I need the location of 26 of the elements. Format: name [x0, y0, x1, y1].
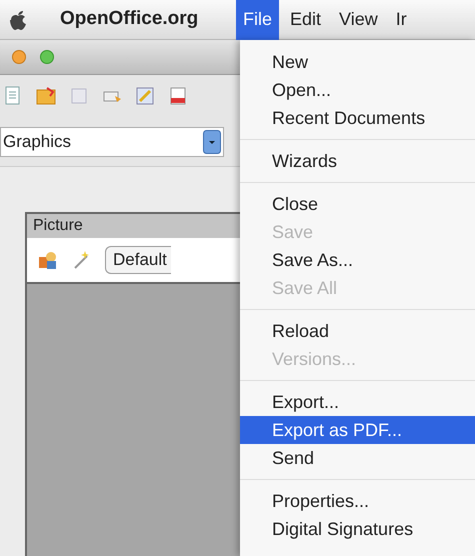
menu-title[interactable]: Edit — [283, 0, 328, 40]
menu-item[interactable]: Wizards — [240, 147, 475, 175]
zoom-button[interactable] — [40, 50, 54, 64]
menu-item[interactable]: Reload — [240, 317, 475, 345]
menu-item[interactable]: Recent Documents — [240, 104, 475, 132]
folder-icon[interactable] — [35, 85, 57, 107]
menu-item[interactable]: New — [240, 48, 475, 76]
mode-dropdown[interactable]: Default — [105, 246, 171, 274]
minimize-button[interactable] — [12, 50, 26, 64]
apple-logo-icon[interactable] — [8, 8, 28, 30]
menu-item[interactable]: Send — [240, 444, 475, 472]
menu-item[interactable]: Open... — [240, 76, 475, 104]
menu-title[interactable]: View — [332, 0, 385, 40]
edit-icon[interactable] — [134, 85, 156, 107]
menu-item[interactable]: Properties... — [240, 487, 475, 515]
menu-title[interactable]: Ir — [388, 0, 414, 40]
menu-item[interactable]: Close — [240, 190, 475, 218]
menu-item[interactable]: Export... — [240, 388, 475, 416]
shapes-icon[interactable] — [37, 249, 59, 271]
menu-item[interactable]: Digital Signatures — [240, 515, 475, 543]
menu-item[interactable]: Save As... — [240, 246, 475, 274]
toolbar-title: Picture — [27, 214, 240, 238]
menu-title[interactable]: File — [236, 0, 280, 40]
style-dropdown[interactable]: Graphics — [0, 126, 224, 156]
app-name[interactable]: OpenOffice.org — [60, 5, 236, 34]
menu-item[interactable]: Export as PDF... — [240, 416, 475, 444]
